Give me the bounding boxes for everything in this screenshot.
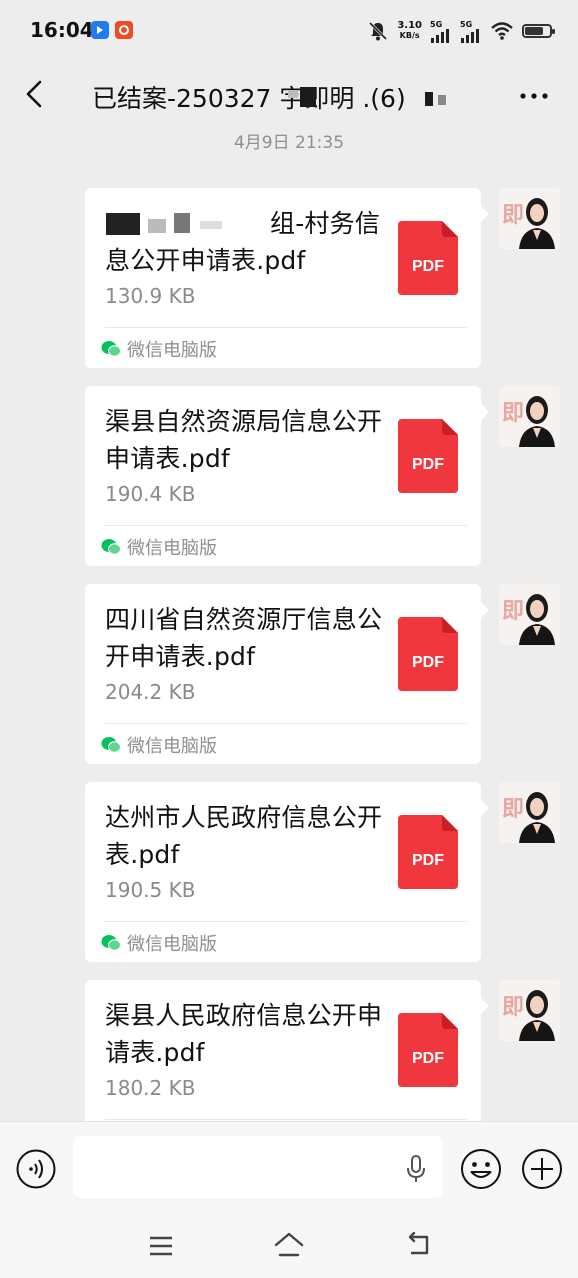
wechat-icon — [101, 935, 121, 951]
signal-icon — [461, 28, 479, 43]
redaction-mark — [300, 87, 316, 107]
pdf-file-icon: PDF — [398, 419, 458, 493]
battery-level — [525, 27, 543, 35]
message-source: 微信电脑版 — [101, 534, 217, 560]
source-label: 微信电脑版 — [127, 340, 217, 361]
app-notification-icon — [115, 21, 133, 39]
bubble-tail — [481, 602, 489, 618]
chat-title[interactable]: 已结案-250327 字即明 .(6) — [92, 79, 406, 115]
wechat-icon — [101, 539, 121, 555]
redaction-mark — [438, 95, 446, 105]
mute-bell-icon — [369, 21, 388, 41]
bubble-tail — [481, 998, 489, 1014]
message-source: 微信电脑版 — [101, 930, 217, 956]
pdf-file-icon: PDF — [398, 815, 458, 889]
avatar-text: 即 — [502, 203, 524, 228]
message-source: 微信电脑版 — [101, 732, 217, 758]
file-size: 204.2 KB — [105, 680, 196, 704]
avatar-text: 即 — [502, 995, 524, 1020]
pdf-icon-label: PDF — [412, 456, 444, 473]
avatar-text: 即 — [502, 599, 524, 624]
source-label: 微信电脑版 — [127, 934, 217, 955]
pdf-icon-label: PDF — [412, 654, 444, 671]
pdf-icon-label: PDF — [412, 1050, 444, 1067]
source-label: 微信电脑版 — [127, 538, 217, 559]
microphone-icon[interactable] — [403, 1154, 429, 1184]
message-input[interactable] — [73, 1136, 443, 1198]
file-message[interactable]: 渠县自然资源局信息公开申请表.pdf 190.4 KB PDF 微信电脑版 — [85, 386, 489, 566]
pdf-icon-label: PDF — [412, 258, 444, 275]
signal-sim1: 5G — [430, 20, 452, 43]
net-speed: 3.10 KB/s — [397, 21, 422, 41]
wechat-icon — [101, 341, 121, 357]
redaction-mark — [425, 92, 433, 106]
recent-apps-icon[interactable] — [146, 1233, 176, 1259]
sender-avatar[interactable]: 即 — [499, 782, 560, 843]
file-size: 180.2 KB — [105, 1076, 196, 1100]
signal-icon — [431, 28, 449, 43]
battery-icon — [522, 24, 555, 38]
emoji-icon[interactable] — [460, 1148, 502, 1190]
source-label: 微信电脑版 — [127, 736, 217, 757]
bubble-tail — [481, 206, 489, 222]
message-source: 微信电脑版 — [101, 336, 217, 362]
sender-avatar[interactable]: 即 — [499, 386, 560, 447]
sender-avatar[interactable]: 即 — [499, 188, 560, 249]
avatar-photo: 即 — [499, 386, 560, 447]
bubble-tail — [481, 800, 489, 816]
pdf-file-icon: PDF — [398, 221, 458, 295]
file-message[interactable]: 达州市人民政府信息公开表.pdf 190.5 KB PDF 微信电脑版 — [85, 782, 489, 962]
add-attachment-icon[interactable] — [521, 1148, 563, 1190]
divider — [105, 327, 467, 328]
avatar-photo: 即 — [499, 980, 560, 1041]
home-icon[interactable] — [273, 1229, 305, 1259]
wifi-icon — [491, 22, 513, 40]
sender-avatar[interactable]: 即 — [499, 980, 560, 1041]
avatar-photo: 即 — [499, 782, 560, 843]
wechat-icon — [101, 737, 121, 753]
bubble-tail — [481, 404, 489, 420]
divider — [105, 525, 467, 526]
nav-back-icon[interactable] — [402, 1231, 434, 1259]
voice-input-icon[interactable] — [16, 1149, 56, 1189]
sim1-label: 5G — [430, 19, 443, 29]
net-speed-value: 3.10 — [397, 20, 422, 31]
system-nav-bar — [0, 1215, 578, 1278]
file-size: 190.4 KB — [105, 482, 196, 506]
file-name: 达州市人民政府信息公开表.pdf — [105, 803, 383, 869]
status-icons: 3.10 KB/s 5G 5G — [367, 18, 555, 44]
redaction-mark — [288, 90, 298, 98]
sim2-label: 5G — [460, 19, 473, 29]
input-bar — [0, 1121, 578, 1216]
avatar-photo: 即 — [499, 584, 560, 645]
redacted-text — [104, 209, 269, 237]
status-bar: 16:04 3.10 KB/s 5G 5G — [0, 0, 578, 62]
file-name: 渠县自然资源局信息公开申请表.pdf — [105, 407, 383, 473]
message-timestamp: 4月9日 21:35 — [233, 133, 345, 153]
file-size: 190.5 KB — [105, 878, 196, 902]
divider — [105, 723, 467, 724]
divider — [105, 921, 467, 922]
chat-header: 已结案-250327 字即明 .(6) — [0, 62, 578, 130]
file-name: 四川省自然资源厅信息公开申请表.pdf — [105, 605, 383, 671]
file-message[interactable]: 四川省自然资源厅信息公开申请表.pdf 204.2 KB PDF 微信电脑版 — [85, 584, 489, 764]
net-speed-unit: KB/s — [399, 31, 420, 40]
avatar-photo: 即 — [499, 188, 560, 249]
signal-sim2: 5G — [460, 20, 482, 43]
sender-avatar[interactable]: 即 — [499, 584, 560, 645]
file-name: 渠县人民政府信息公开申请表.pdf — [105, 1001, 383, 1067]
app-notification-icon — [91, 21, 109, 39]
status-time: 16:04 — [30, 18, 94, 42]
pdf-file-icon: PDF — [398, 1013, 458, 1087]
pdf-icon-label: PDF — [412, 852, 444, 869]
divider — [105, 1119, 467, 1120]
avatar-text: 即 — [502, 797, 524, 822]
pdf-file-icon: PDF — [398, 617, 458, 691]
avatar-text: 即 — [502, 401, 524, 426]
back-arrow-icon[interactable] — [18, 76, 54, 112]
more-options-icon[interactable] — [518, 82, 550, 110]
file-size: 130.9 KB — [105, 284, 196, 308]
